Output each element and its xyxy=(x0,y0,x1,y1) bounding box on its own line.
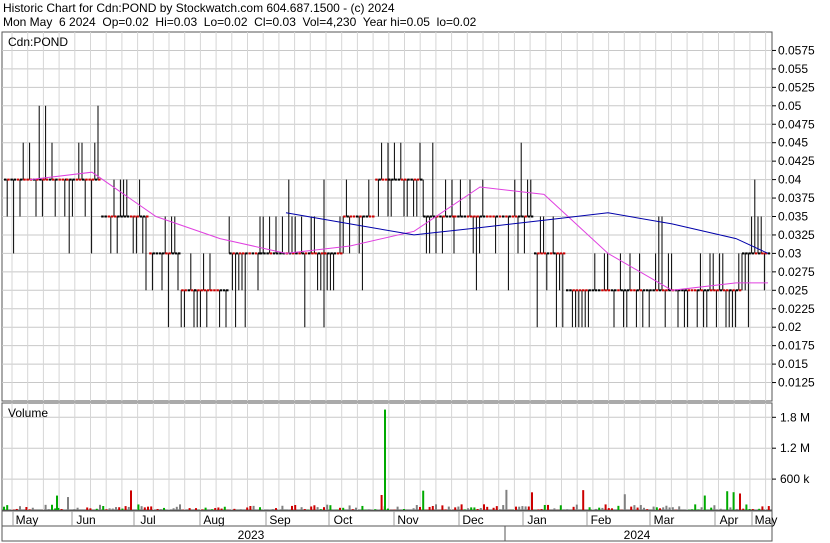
price-tick-label: 0.0125 xyxy=(778,376,815,390)
month-label: Mar xyxy=(654,513,675,527)
price-tick-label: 0.025 xyxy=(778,283,808,297)
month-label: May xyxy=(16,513,39,527)
month-label: Apr xyxy=(720,513,739,527)
month-label: Feb xyxy=(591,513,612,527)
month-label: Nov xyxy=(397,513,418,527)
price-tick-label: 0.0575 xyxy=(778,43,815,57)
price-tick-label: 0.0525 xyxy=(778,80,815,94)
year-label: 2023 xyxy=(238,528,265,542)
price-tick-label: 0.055 xyxy=(778,62,808,76)
price-tick-label: 0.0175 xyxy=(778,339,815,353)
volume-label: Volume xyxy=(8,406,48,420)
month-label: Jun xyxy=(76,513,95,527)
symbol-label: Cdn:POND xyxy=(8,35,68,49)
volume-panel xyxy=(1,402,773,511)
month-label: Dec xyxy=(462,513,483,527)
month-label: Aug xyxy=(203,513,224,527)
price-chart: 0.0575 0.055 0.0525 0.05 0.0475 0.045 0.0425 0.… xyxy=(1,31,815,542)
price-tick-label: 0.0425 xyxy=(778,154,815,168)
price-tick-label: 0.03 xyxy=(778,246,802,260)
price-tick-label: 0.0475 xyxy=(778,117,815,131)
month-label: Jul xyxy=(140,513,155,527)
price-tick-label: 0.04 xyxy=(778,173,802,187)
month-label: Jan xyxy=(527,513,546,527)
year-label: 2024 xyxy=(624,528,651,542)
price-tick-label: 0.0225 xyxy=(778,302,815,316)
price-tick-label: 0.02 xyxy=(778,320,802,334)
price-tick-label: 0.0375 xyxy=(778,191,815,205)
month-label: May xyxy=(755,513,778,527)
month-label: Sep xyxy=(269,513,291,527)
volume-tick-label: 1.8 M xyxy=(780,410,810,424)
price-tick-label: 0.035 xyxy=(778,210,808,224)
volume-tick-label: 600 k xyxy=(780,472,810,486)
price-tick-label: 0.015 xyxy=(778,357,808,371)
volume-tick-label: 1.2 M xyxy=(780,441,810,455)
price-tick-label: 0.0325 xyxy=(778,228,815,242)
price-tick-label: 0.045 xyxy=(778,136,808,150)
price-tick-label: 0.0275 xyxy=(778,265,815,279)
month-label: Oct xyxy=(334,513,353,527)
price-tick-label: 0.05 xyxy=(778,99,802,113)
